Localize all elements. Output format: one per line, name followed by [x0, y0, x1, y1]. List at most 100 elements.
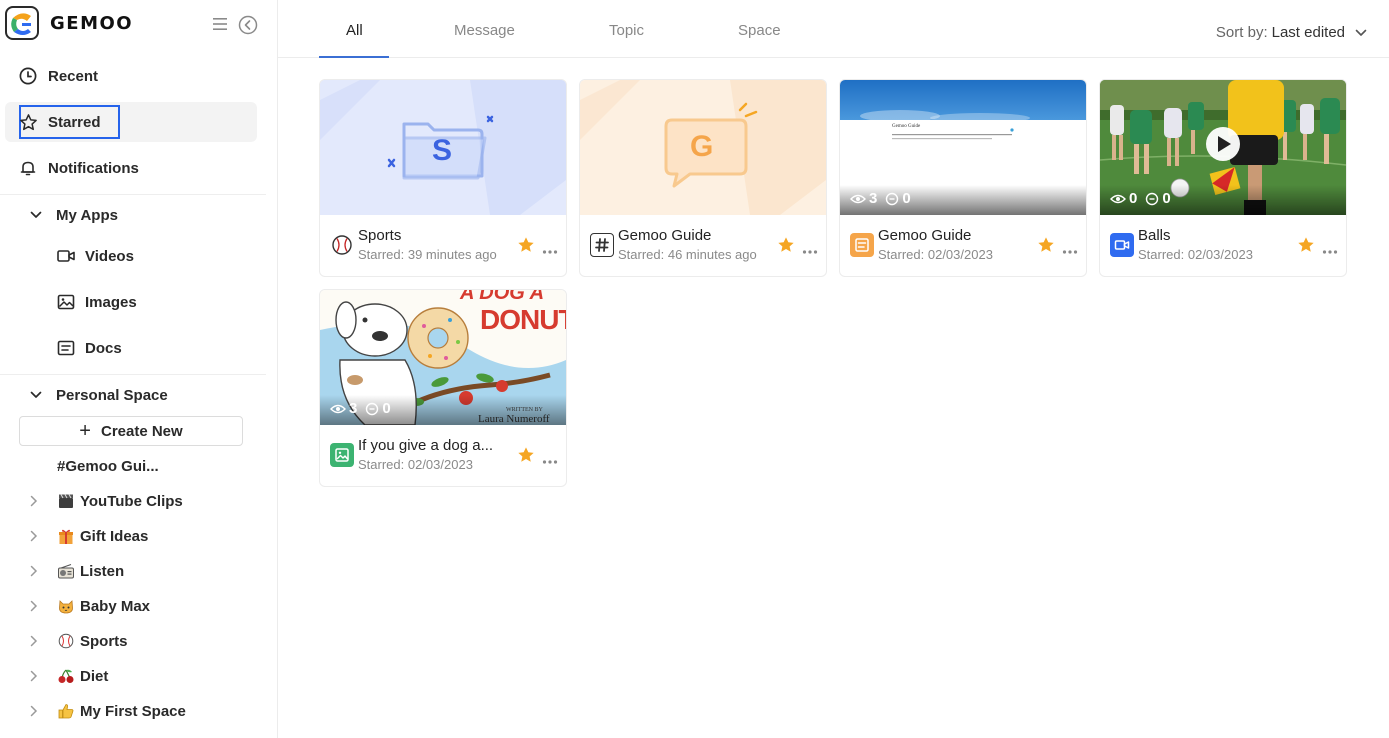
- video-type-icon: [1110, 233, 1134, 257]
- star-outline-icon: [18, 112, 38, 132]
- star-filled-icon[interactable]: [1037, 236, 1055, 254]
- card-thumbnail: Gemoo Guide 3 0: [840, 80, 1086, 215]
- space-item-my-first-space[interactable]: My First Space: [26, 696, 186, 726]
- chevron-right-icon: [26, 670, 42, 682]
- content-tabs: All Message Topic Space Sort by: Last ed…: [278, 0, 1389, 58]
- card-stats: 0 0: [1110, 190, 1179, 207]
- views-count: 3: [349, 400, 358, 417]
- star-filled-icon[interactable]: [1297, 236, 1315, 254]
- starred-card[interactable]: Gemoo Guide 3 0 Gemoo Guide Starred: 02/…: [839, 79, 1087, 277]
- thumb-book-author: Laura Numeroff: [478, 413, 550, 425]
- card-thumbnail: S: [320, 80, 566, 215]
- app-item-label: Docs: [85, 339, 122, 357]
- tab-message[interactable]: Message: [454, 22, 515, 39]
- nav-notifications[interactable]: Notifications: [18, 148, 139, 188]
- star-filled-icon[interactable]: [517, 236, 535, 254]
- starred-card[interactable]: A DOG A DONUT WRITTEN BY Laura Numeroff …: [319, 289, 567, 487]
- comment-icon: [366, 402, 379, 415]
- thumb-doc-heading: Gemoo Guide: [892, 124, 921, 129]
- chevron-right-icon: [26, 530, 42, 542]
- sort-label: Sort by:: [1215, 24, 1268, 41]
- image-icon: [56, 292, 76, 312]
- active-tab-indicator: [319, 56, 389, 58]
- nav-notifications-label: Notifications: [48, 159, 139, 177]
- logo-row: GEMOO: [0, 0, 277, 50]
- app-item-images[interactable]: Images: [56, 287, 137, 317]
- card-title: Gemoo Guide: [618, 227, 712, 244]
- views-count: 3: [869, 190, 878, 207]
- more-options-icon[interactable]: [542, 242, 558, 254]
- views-stat: 3: [850, 190, 877, 207]
- space-item-listen[interactable]: Listen: [26, 556, 124, 586]
- app-item-docs[interactable]: Docs: [56, 333, 122, 363]
- sort-dropdown[interactable]: Sort by: Last edited: [1216, 24, 1367, 41]
- create-new-button[interactable]: + Create New: [19, 416, 243, 446]
- tab-all[interactable]: All: [346, 22, 363, 39]
- card-footer: Balls Starred: 02/03/2023: [1100, 215, 1346, 276]
- space-item-label: My First Space: [80, 702, 186, 720]
- clock-icon: [18, 66, 38, 86]
- clapper-icon: [56, 492, 76, 510]
- video-icon: [56, 246, 76, 266]
- space-item-baby-max[interactable]: Baby Max: [26, 591, 150, 621]
- tab-topic[interactable]: Topic: [609, 22, 644, 39]
- radio-icon: [56, 562, 76, 580]
- card-title: If you give a dog a...: [358, 437, 494, 454]
- more-options-icon[interactable]: [1062, 242, 1078, 254]
- nav-starred[interactable]: Starred: [18, 102, 101, 142]
- star-filled-icon[interactable]: [517, 446, 535, 464]
- card-subtitle: Starred: 02/03/2023: [1138, 247, 1253, 262]
- nav-recent[interactable]: Recent: [18, 56, 98, 96]
- thumbs-up-icon: [56, 702, 76, 720]
- card-thumbnail: A DOG A DONUT WRITTEN BY Laura Numeroff …: [320, 290, 566, 425]
- menu-icon[interactable]: [211, 16, 229, 32]
- space-item-gemoo-guide[interactable]: #Gemoo Gui...: [57, 451, 159, 481]
- baseball-icon: [56, 632, 76, 650]
- starred-card[interactable]: S Sports Starred: 39 minutes ago: [319, 79, 567, 277]
- comments-stat: 0: [365, 400, 391, 417]
- card-stats: 3 0: [330, 400, 399, 417]
- space-item-sports[interactable]: Sports: [26, 626, 128, 656]
- chevron-down-icon: [1355, 29, 1367, 37]
- comment-icon: [886, 192, 899, 205]
- card-title: Gemoo Guide: [878, 227, 972, 244]
- sidebar: GEMOO Recent Starred Notifications My Ap…: [0, 0, 278, 738]
- space-item-diet[interactable]: Diet: [26, 661, 108, 691]
- brand-name: GEMOO: [50, 13, 134, 34]
- more-options-icon[interactable]: [802, 242, 818, 254]
- gemoo-logo-icon[interactable]: [5, 6, 39, 40]
- card-subtitle: Starred: 02/03/2023: [878, 247, 993, 262]
- views-stat: 3: [330, 400, 357, 417]
- doc-icon: [56, 338, 76, 358]
- card-footer: Sports Starred: 39 minutes ago: [320, 215, 566, 276]
- cat-face-icon: [56, 597, 76, 615]
- star-filled-icon[interactable]: [777, 236, 795, 254]
- space-item-label: YouTube Clips: [80, 492, 183, 510]
- views-count: 0: [1129, 190, 1138, 207]
- space-item-gift-ideas[interactable]: Gift Ideas: [26, 521, 148, 551]
- starred-card[interactable]: 0 0 Balls Starred: 02/03/2023: [1099, 79, 1347, 277]
- personal-space-title: Personal Space: [56, 386, 168, 404]
- more-options-icon[interactable]: [1322, 242, 1338, 254]
- card-title: Sports: [358, 227, 402, 244]
- app-item-videos[interactable]: Videos: [56, 241, 134, 271]
- card-footer: Gemoo Guide Starred: 02/03/2023: [840, 215, 1086, 276]
- personal-space-toggle[interactable]: Personal Space: [26, 381, 168, 409]
- thumb-book-title-top: A DOG A: [460, 290, 545, 304]
- space-item-youtube-clips[interactable]: YouTube Clips: [26, 486, 183, 516]
- collapse-sidebar-icon[interactable]: [238, 15, 258, 35]
- thumb-book-title: DONUT: [480, 304, 566, 335]
- more-options-icon[interactable]: [542, 452, 558, 464]
- starred-card[interactable]: G Gemoo Guide Starred: 46 minutes ago: [579, 79, 827, 277]
- card-thumbnail: G: [580, 80, 826, 215]
- card-stats: 3 0: [850, 190, 919, 207]
- card-thumbnail: 0 0: [1100, 80, 1346, 215]
- chevron-right-icon: [26, 495, 42, 507]
- my-apps-toggle[interactable]: My Apps: [26, 201, 118, 229]
- baseball-icon: [330, 233, 354, 257]
- app-item-label: Images: [85, 293, 137, 311]
- card-subtitle: Starred: 39 minutes ago: [358, 247, 497, 262]
- tab-space[interactable]: Space: [738, 22, 781, 39]
- space-item-label: Gift Ideas: [80, 527, 149, 545]
- comments-stat: 0: [885, 190, 911, 207]
